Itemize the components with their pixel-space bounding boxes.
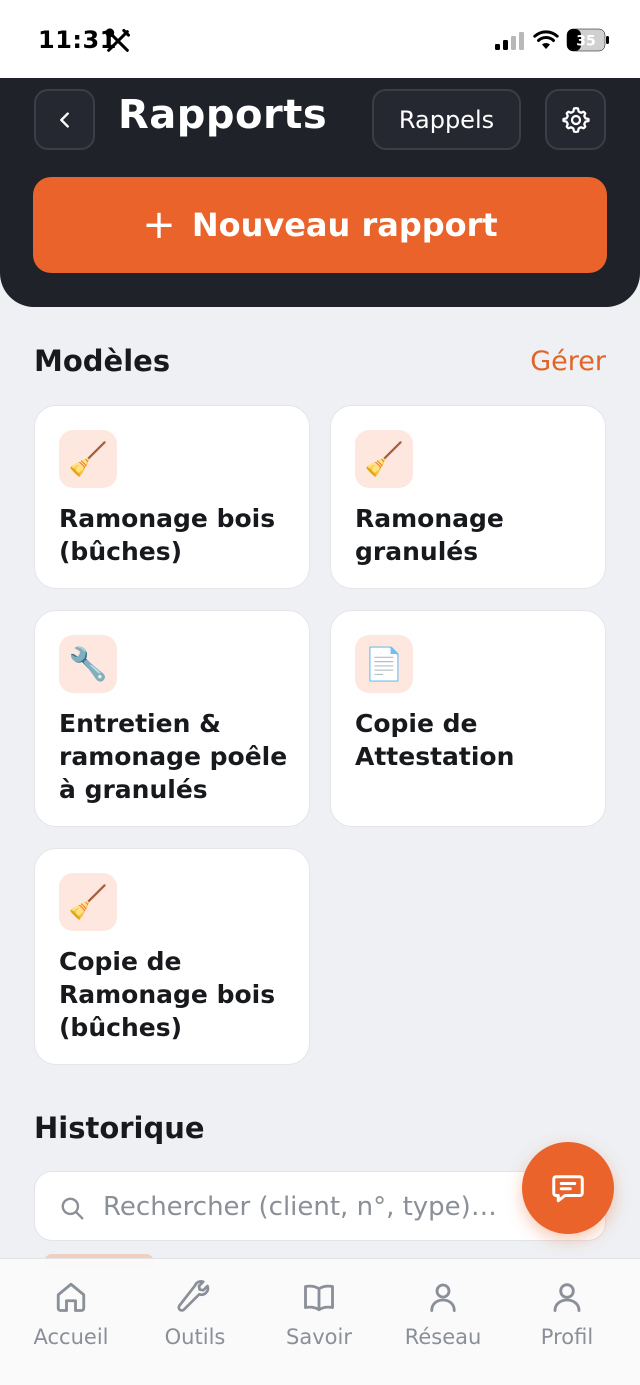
tab-outils[interactable]: Outils [135, 1279, 255, 1349]
chat-fab-button[interactable] [522, 1142, 614, 1234]
tab-bar: Accueil Outils Savoir Réseau Profil [0, 1258, 640, 1385]
new-report-button[interactable]: + Nouveau rapport [33, 177, 607, 273]
person-icon [430, 1283, 456, 1312]
template-card[interactable]: 🧹 Copie de Ramonage bois (bûches) [34, 848, 310, 1065]
book-icon [304, 1284, 334, 1312]
template-card[interactable]: 🧹 Ramonage granulés [330, 405, 606, 589]
plus-icon: + [142, 202, 176, 248]
back-button[interactable] [34, 89, 95, 150]
wrench-icon [177, 1280, 210, 1312]
wifi-icon [533, 30, 559, 49]
tab-profil[interactable]: Profil [507, 1279, 627, 1349]
tab-reseau[interactable]: Réseau [383, 1279, 503, 1349]
template-card[interactable]: 🔧 Entretien & ramonage poêle à granulés [34, 610, 310, 827]
cellular-signal-icon [495, 32, 524, 50]
tab-accueil[interactable]: Accueil [11, 1279, 131, 1349]
broom-icon: 🧹 [59, 430, 117, 488]
person-icon [553, 1283, 581, 1312]
home-icon [56, 1282, 86, 1312]
tab-savoir[interactable]: Savoir [259, 1279, 379, 1349]
gear-icon [561, 106, 590, 133]
manage-templates-link[interactable]: Gérer [530, 346, 606, 377]
search-input[interactable] [103, 1184, 543, 1230]
wrench-icon: 🔧 [59, 635, 117, 693]
battery-level: 35 [576, 34, 595, 50]
settings-button[interactable] [545, 89, 606, 150]
template-label: Entretien & ramonage poêle à granulés [59, 709, 288, 804]
chat-icon [552, 1175, 584, 1203]
status-bar: 11:31 35 [0, 0, 640, 78]
page-title: Rapports [118, 92, 328, 138]
tab-label: Savoir [286, 1325, 352, 1349]
header: Rapports Rappels + Nouveau rapport [0, 78, 640, 307]
template-label: Copie de Ramonage bois (bûches) [59, 947, 276, 1042]
tab-label: Outils [164, 1325, 226, 1349]
search-box[interactable] [34, 1171, 606, 1241]
battery-icon: 35 [566, 28, 610, 52]
tab-label: Accueil [33, 1325, 109, 1349]
template-label: Ramonage granulés [355, 504, 504, 566]
new-report-label: Nouveau rapport [191, 206, 498, 244]
broom-icon: 🧹 [59, 873, 117, 931]
template-card[interactable]: 📄 Copie de Attestation [330, 610, 606, 827]
broom-icon: 🧹 [355, 430, 413, 488]
document-icon: 📄 [355, 635, 413, 693]
tab-label: Profil [540, 1325, 594, 1349]
templates-title: Modèles [34, 344, 171, 378]
tools-icon [105, 28, 131, 52]
history-title: Historique [34, 1111, 205, 1145]
template-label: Copie de Attestation [355, 709, 515, 771]
template-card[interactable]: 🧹 Ramonage bois (bûches) [34, 405, 310, 589]
search-icon [61, 1197, 84, 1220]
chevron-left-icon [59, 111, 69, 128]
reminders-button[interactable]: Rappels [372, 89, 521, 150]
tab-label: Réseau [404, 1325, 482, 1349]
template-label: Ramonage bois (bûches) [59, 504, 276, 566]
